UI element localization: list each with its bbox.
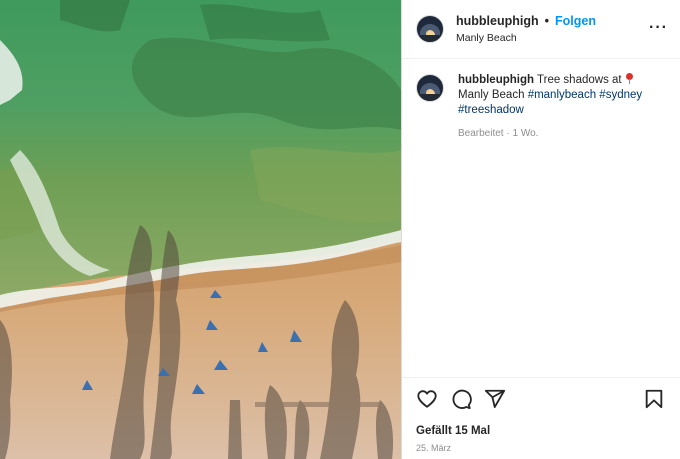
share-icon[interactable] [484,388,506,410]
post-photo[interactable] [0,0,401,459]
post-date[interactable]: 25. März [416,443,451,453]
separator-dot: • [544,14,550,28]
follow-button[interactable]: Folgen [555,14,596,28]
header-text: hubbleuphigh • Folgen Manly Beach [456,14,596,44]
avatar-ground [417,94,443,101]
post-side-panel: hubbleuphigh • Folgen Manly Beach ··· hu… [401,0,680,459]
hashtag-link[interactable]: #manlybeach [528,89,596,101]
caption-text-before: Tree shadows at [537,74,622,86]
caption-text-after: Manly Beach [458,89,525,101]
more-options-icon[interactable]: ··· [649,20,668,36]
heart-icon[interactable] [416,388,438,410]
header-row: hubbleuphigh • Folgen [456,14,596,28]
avatar-ground [417,35,443,42]
post-header: hubbleuphigh • Folgen Manly Beach ··· [402,0,680,59]
edited-timestamp: Bearbeitet · 1 Wo. [458,128,539,139]
hashtag-link[interactable]: #treeshadow [458,104,524,116]
avatar[interactable] [416,15,444,43]
comment-icon[interactable] [450,388,472,410]
caption-avatar[interactable] [416,74,444,102]
location-link[interactable]: Manly Beach [456,32,596,44]
action-icons [402,378,680,418]
hashtag-link[interactable]: #sydney [599,89,642,101]
bookmark-icon[interactable] [643,388,665,410]
round-pushpin-icon [625,73,634,84]
aerial-beach-image [0,0,401,459]
instagram-post: hubbleuphigh • Folgen Manly Beach ··· hu… [0,0,680,459]
username-link[interactable]: hubbleuphigh [456,14,539,28]
caption-text: hubbleuphigh Tree shadows at Manly Beach… [458,73,666,141]
post-actions: Gefällt 15 Mal 25. März [402,377,680,459]
caption-username-link[interactable]: hubbleuphigh [458,74,534,86]
likes-count[interactable]: Gefällt 15 Mal [416,425,490,437]
caption-block: hubbleuphigh Tree shadows at Manly Beach… [402,59,680,141]
